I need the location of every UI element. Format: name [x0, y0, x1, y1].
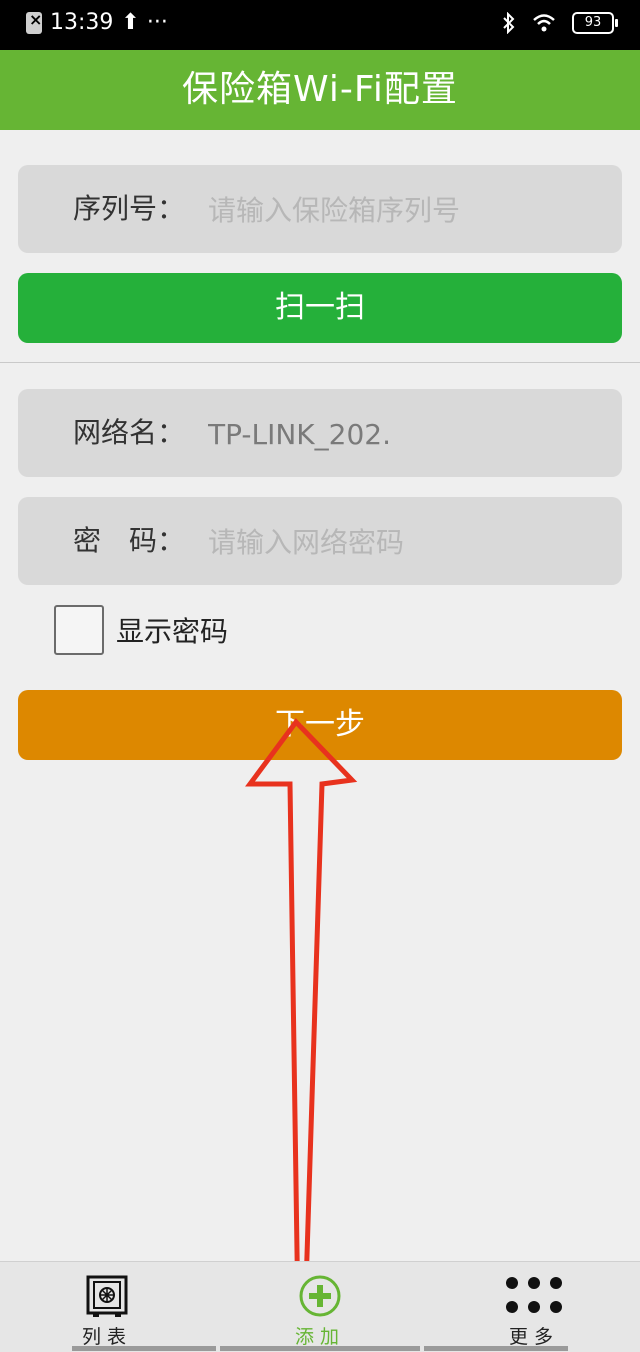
tab-indicator-more [424, 1346, 568, 1351]
status-bar: 13:39 ⬆ ··· 93 [0, 0, 640, 50]
status-extra-icons: ⬆ ··· [121, 10, 168, 35]
password-field[interactable]: 密 码： [18, 497, 622, 585]
serial-field[interactable]: 序列号： [18, 165, 622, 253]
show-password-row[interactable]: 显示密码 [54, 605, 228, 655]
show-password-checkbox[interactable] [54, 605, 104, 655]
bluetooth-icon [503, 12, 515, 34]
serial-label: 序列号： [73, 192, 186, 225]
no-sim-icon [26, 10, 42, 34]
status-time: 13:39 [50, 10, 114, 35]
network-label: 网络名： [73, 416, 186, 449]
tab-more[interactable]: 更多 [464, 1262, 604, 1352]
password-label: 密 码： [73, 524, 186, 557]
safe-icon [86, 1275, 128, 1317]
tab-add-label: 添加 [294, 1326, 345, 1348]
tab-list-label: 列表 [81, 1326, 132, 1348]
next-button[interactable]: 下一步 [18, 690, 622, 760]
battery-indicator: 93 [572, 12, 618, 34]
tab-indicator-add [220, 1346, 420, 1351]
password-input[interactable] [206, 519, 610, 565]
scan-button[interactable]: 扫一扫 [18, 273, 622, 343]
more-dots-icon [506, 1277, 562, 1313]
tab-list[interactable]: 列表 [37, 1262, 177, 1352]
add-circle-icon [299, 1275, 341, 1317]
bottom-tab-bar: 列表 添加 更多 [0, 1261, 640, 1352]
network-input[interactable] [206, 411, 610, 457]
section-divider [0, 362, 640, 363]
page-title: 保险箱Wi-Fi配置 [0, 50, 640, 130]
tab-add[interactable]: 添加 [250, 1262, 390, 1352]
network-field[interactable]: 网络名： [18, 389, 622, 477]
status-right: 93 [502, 12, 618, 34]
tab-more-label: 更多 [508, 1326, 559, 1348]
show-password-label: 显示密码 [116, 615, 229, 648]
serial-input[interactable] [206, 187, 610, 233]
status-left: 13:39 ⬆ ··· [26, 10, 168, 35]
wifi-icon [533, 14, 555, 32]
tab-indicator-list [72, 1346, 216, 1351]
